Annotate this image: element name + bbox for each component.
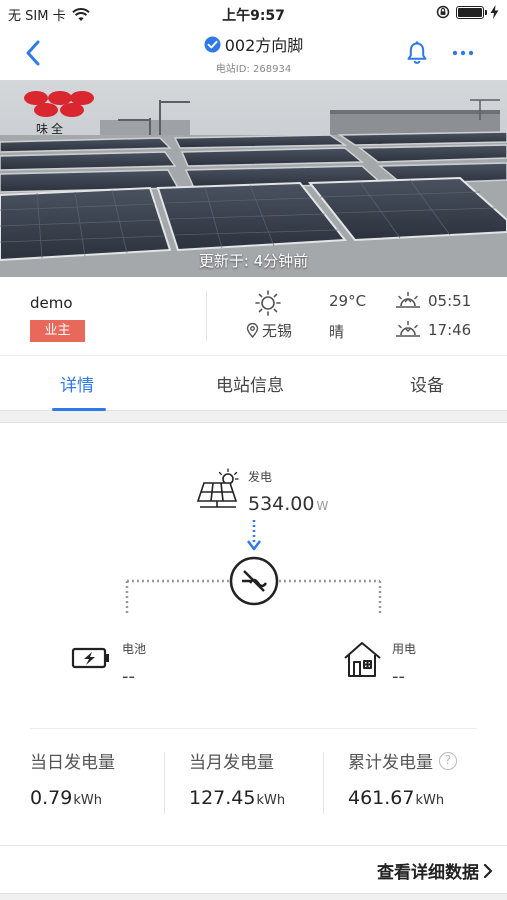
orientation-lock-icon [436, 5, 450, 19]
stat-separator [164, 752, 165, 814]
nav-title-group: 002方向脚 电站ID: 268934 [0, 32, 507, 75]
solar-panel-icon [196, 468, 239, 508]
station-banner: 味全 更新于: 4分钟前 [0, 80, 507, 277]
status-time: 上午9:57 [222, 8, 285, 24]
stat-monthly: 当月发电量 127.45kWh [189, 748, 285, 809]
stat-daily-label: 当日发电量 [30, 753, 115, 773]
tab-station-info[interactable]: 电站信息 [216, 371, 284, 396]
stat-daily-unit: kWh [73, 793, 102, 808]
view-detail-data-button[interactable]: 查看详细数据 [377, 858, 493, 883]
generation-label: 发电 [248, 470, 273, 484]
station-title: 002方向脚 [204, 32, 304, 56]
owner-name: demo [30, 294, 73, 312]
house-icon [344, 642, 381, 677]
battery-icon [456, 5, 487, 19]
location: 无锡 [246, 320, 292, 341]
stat-daily-value: 0.79 [30, 787, 73, 809]
generation-unit: W [316, 499, 329, 513]
stat-total-value: 461.67 [348, 787, 415, 809]
stat-daily: 当日发电量 0.79kWh [30, 748, 115, 809]
stat-total: 累计发电量 ? 461.67kWh [348, 748, 457, 809]
battery-label: 电池 [122, 642, 147, 656]
inverter-icon [229, 556, 279, 606]
stat-daily-value-wrap: 0.79kWh [30, 787, 115, 809]
status-bar: 无 SIM 卡 上午9:57 [0, 0, 507, 28]
generation-power: 534.00 W [248, 493, 328, 515]
bottom-divider [0, 845, 507, 846]
stat-total-unit: kWh [415, 793, 445, 808]
brand-logo-text: 味全 [36, 122, 67, 136]
tab-devices[interactable]: 设备 [410, 371, 444, 396]
stat-separator [323, 752, 324, 814]
location-name: 无锡 [262, 322, 293, 340]
stat-total-label-wrap: 累计发电量 ? [348, 748, 457, 773]
section-separator [0, 411, 507, 423]
charging-icon [490, 5, 499, 19]
nav-bar: 002方向脚 电站ID: 268934 [0, 28, 507, 78]
location-pin-icon [246, 323, 259, 338]
chevron-right-icon [483, 863, 493, 878]
info-divider [206, 291, 207, 341]
footer-bar [0, 893, 507, 900]
update-time: 更新于: 4分钟前 [198, 252, 309, 270]
sunrise-icon [396, 291, 420, 308]
sunset-icon [396, 320, 420, 337]
tab-details[interactable]: 详情 [60, 371, 94, 396]
verified-icon [204, 36, 221, 52]
temperature: 29°C [329, 292, 367, 310]
consumption-value: -- [392, 666, 405, 687]
sunrise-time: 05:51 [428, 292, 472, 310]
battery-flow-icon [71, 647, 109, 669]
owner-role-badge: 业主 [30, 320, 85, 342]
stat-monthly-label: 当月发电量 [189, 753, 274, 773]
station-id: 电站ID: 268934 [215, 63, 292, 75]
battery-value: -- [122, 666, 135, 687]
status-right [436, 5, 499, 19]
stats-divider [30, 728, 477, 729]
tab-bar: 详情 电站信息 设备 [0, 355, 507, 411]
help-icon[interactable]: ? [439, 751, 457, 770]
stat-monthly-unit: kWh [256, 793, 286, 808]
stat-monthly-value-wrap: 127.45kWh [189, 787, 285, 809]
energy-flow: 发电 534.00 W 电池 -- 用电 -- [0, 423, 507, 733]
weather-text: 晴 [329, 323, 345, 341]
more-icon[interactable] [450, 40, 476, 66]
stat-total-label: 累计发电量 [348, 753, 433, 773]
sunset-time: 17:46 [428, 321, 472, 339]
stat-monthly-value: 127.45 [189, 787, 256, 809]
sun-icon [255, 290, 281, 316]
bell-icon[interactable] [404, 40, 430, 66]
station-info-row: demo 业主 无锡 29°C 晴 05:51 17:46 [0, 277, 507, 353]
solar-panel-photo [0, 80, 507, 277]
station-name: 002方向脚 [224, 36, 304, 55]
consumption-label: 用电 [392, 642, 417, 656]
generation-value: 534.00 [248, 493, 315, 515]
view-detail-data-label: 查看详细数据 [377, 863, 479, 883]
stat-total-value-wrap: 461.67kWh [348, 787, 457, 809]
